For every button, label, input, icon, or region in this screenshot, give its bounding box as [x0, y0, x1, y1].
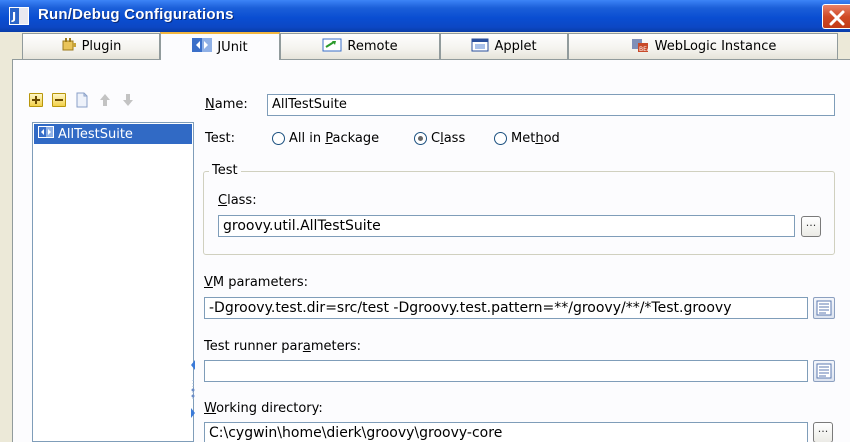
- test-label: Test:: [205, 131, 235, 146]
- move-down-icon[interactable]: [120, 92, 136, 108]
- tab-applet-label: Applet: [494, 39, 537, 54]
- app-icon: J: [9, 7, 29, 25]
- radio-method[interactable]: Method: [494, 131, 560, 146]
- vm-parameters-expand-button[interactable]: [813, 297, 835, 319]
- plugin-icon: [61, 37, 77, 56]
- vm-parameters-label: VM parameters:: [204, 275, 309, 290]
- working-directory-field[interactable]: C:\cygwin\home\dierk\groovy\groovy-core: [204, 422, 808, 442]
- config-toolbar: [28, 92, 136, 112]
- close-button[interactable]: [822, 4, 850, 29]
- test-groupbox: [203, 171, 835, 255]
- working-directory-label: Working directory:: [204, 401, 323, 416]
- junit-icon: [192, 38, 213, 56]
- tab-applet[interactable]: Applet: [440, 33, 568, 59]
- window-title: Run/Debug Configurations: [38, 6, 234, 23]
- radio-class[interactable]: Class: [414, 131, 465, 146]
- tab-junit-label: JUnit: [217, 39, 248, 55]
- name-field[interactable]: AllTestSuite: [267, 94, 835, 116]
- close-icon: [829, 10, 845, 26]
- move-up-icon[interactable]: [97, 92, 113, 108]
- config-tree[interactable]: AllTestSuite: [32, 122, 194, 442]
- radio-class-label: Class: [431, 131, 466, 146]
- runner-parameters-expand-button[interactable]: [813, 360, 835, 382]
- radio-method-label: Method: [511, 131, 560, 146]
- remove-icon[interactable]: [51, 92, 67, 108]
- title-bar: J Run/Debug Configurations: [0, 0, 850, 32]
- class-browse-button[interactable]: ...: [801, 216, 821, 237]
- tab-weblogic-label: WebLogic Instance: [654, 39, 777, 54]
- class-label: Class:: [218, 193, 257, 208]
- splitter-handle[interactable]: [190, 360, 196, 442]
- junit-config-icon: [38, 126, 54, 142]
- working-directory-browse-button[interactable]: ...: [813, 422, 833, 442]
- tab-strip: Plugin JUnit Remote Applet BEA WebLogic …: [0, 32, 850, 60]
- tab-remote[interactable]: Remote: [280, 33, 440, 59]
- radio-all-in-package-label: All in Package: [289, 131, 380, 146]
- applet-icon: [471, 38, 489, 56]
- expand-text-icon: [816, 300, 832, 316]
- class-field[interactable]: groovy.util.AllTestSuite: [218, 215, 795, 237]
- remote-icon: [322, 38, 342, 56]
- weblogic-icon: BEA: [630, 37, 652, 57]
- tab-remote-label: Remote: [347, 39, 398, 54]
- tab-plugin-label: Plugin: [81, 39, 122, 54]
- test-group-title: Test: [209, 163, 241, 178]
- add-icon[interactable]: [28, 92, 44, 108]
- tree-item-alltestsuite[interactable]: AllTestSuite: [34, 124, 192, 144]
- tab-junit[interactable]: JUnit: [160, 32, 280, 60]
- expand-text-icon: [816, 363, 832, 379]
- runner-parameters-field[interactable]: [204, 360, 808, 382]
- name-label: Name:: [205, 97, 248, 112]
- copy-icon[interactable]: [74, 92, 90, 108]
- runner-parameters-label: Test runner parameters:: [204, 339, 362, 354]
- radio-circle: [272, 132, 285, 145]
- svg-text:BEA: BEA: [639, 46, 650, 53]
- vm-parameters-field[interactable]: -Dgroovy.test.dir=src/test -Dgroovy.test…: [204, 297, 808, 319]
- tree-item-label: AllTestSuite: [58, 126, 133, 142]
- svg-text:J: J: [11, 10, 16, 23]
- tab-weblogic[interactable]: BEA WebLogic Instance: [568, 33, 838, 59]
- radio-all-in-package[interactable]: All in Package: [272, 131, 379, 146]
- radio-circle-selected: [414, 132, 427, 145]
- radio-circle: [494, 132, 507, 145]
- tab-plugin[interactable]: Plugin: [22, 33, 160, 59]
